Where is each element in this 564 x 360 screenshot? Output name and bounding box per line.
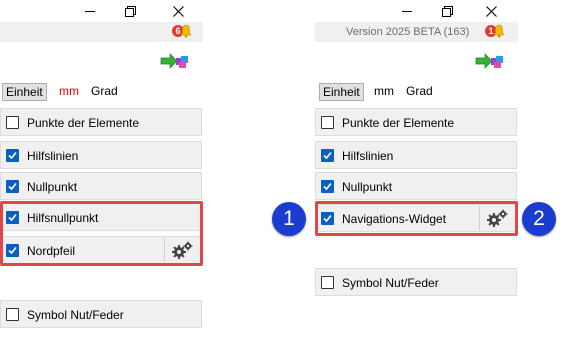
callout-marker-1: 1	[272, 202, 306, 236]
option-label: Punkte der Elemente	[27, 116, 140, 130]
unit-grad[interactable]: Grad	[403, 83, 436, 99]
settings-button[interactable]	[164, 238, 199, 262]
checkbox[interactable]	[321, 212, 334, 225]
minimize-button[interactable]	[389, 0, 425, 22]
checkbox[interactable]	[6, 244, 19, 257]
option-label: Symbol Nut/Feder	[342, 276, 439, 290]
close-button[interactable]	[160, 0, 196, 22]
option-row-navigations-widget[interactable]: Navigations-Widget	[315, 204, 517, 232]
check-icon	[323, 182, 332, 191]
option-row-hilfslinien[interactable]: Hilfslinien	[0, 141, 202, 169]
check-icon	[8, 182, 17, 191]
maximize-icon	[441, 5, 453, 17]
maximize-icon	[124, 5, 136, 17]
minimize-icon	[85, 11, 95, 12]
notification-bell-icon[interactable]	[180, 24, 192, 38]
option-label: Nordpfeil	[27, 244, 76, 258]
checkbox[interactable]	[6, 308, 19, 321]
checkbox[interactable]	[321, 180, 334, 193]
settings-button[interactable]	[479, 206, 514, 230]
title-bar	[0, 0, 203, 22]
checkbox[interactable]	[6, 211, 19, 224]
unit-einheit[interactable]: Einheit	[2, 83, 47, 101]
version-label: Version 2025 BETA (163)	[346, 26, 470, 38]
check-icon	[8, 151, 17, 160]
settings-panel-after: Version 2025 BETA (163) 1 Einheit mm Gra…	[315, 0, 518, 360]
unit-bar: Einheit mm Grad	[315, 80, 518, 102]
option-label: Navigations-Widget	[342, 212, 447, 226]
unit-mm[interactable]: mm	[371, 83, 397, 99]
minimize-icon	[402, 11, 412, 12]
close-icon	[172, 5, 184, 17]
minimize-button[interactable]	[72, 0, 108, 22]
close-icon	[485, 5, 497, 17]
checkbox[interactable]	[321, 116, 334, 129]
option-row-punkte[interactable]: Punkte der Elemente	[315, 108, 517, 136]
unit-grad[interactable]: Grad	[88, 83, 121, 99]
layers-arrow-icon[interactable]	[475, 51, 505, 71]
checkbox[interactable]	[6, 180, 19, 193]
maximize-button[interactable]	[112, 0, 148, 22]
option-label: Punkte der Elemente	[342, 116, 455, 130]
check-icon	[323, 151, 332, 160]
option-label: Nullpunkt	[27, 180, 78, 194]
checkbox[interactable]	[6, 116, 19, 129]
option-row-nullpunkt[interactable]: Nullpunkt	[315, 172, 517, 200]
check-icon	[8, 213, 17, 222]
info-bar: 6	[0, 22, 203, 42]
option-label: Hilfslinien	[342, 149, 394, 163]
layers-arrow-icon[interactable]	[160, 51, 190, 71]
title-bar	[315, 0, 518, 22]
unit-bar: Einheit mm Grad	[0, 80, 203, 102]
settings-panel-before: 6 Einheit mm Grad Punkte der Elemente Hi…	[0, 0, 203, 360]
option-row-hilfslinien[interactable]: Hilfslinien	[315, 141, 517, 169]
option-row-punkte[interactable]: Punkte der Elemente	[0, 108, 202, 136]
maximize-button[interactable]	[429, 0, 465, 22]
notification-bell-icon[interactable]	[493, 24, 505, 38]
option-label: Nullpunkt	[342, 180, 393, 194]
check-icon	[323, 214, 332, 223]
toolbar	[0, 42, 203, 78]
option-row-hilfsnullpunkt[interactable]: Hilfsnullpunkt	[0, 203, 202, 231]
info-bar: Version 2025 BETA (163) 1	[315, 22, 518, 42]
close-button[interactable]	[473, 0, 509, 22]
unit-einheit[interactable]: Einheit	[319, 83, 364, 101]
option-row-nordpfeil[interactable]: Nordpfeil	[0, 236, 202, 264]
option-row-symbol-nut-feder[interactable]: Symbol Nut/Feder	[315, 268, 517, 296]
option-row-nullpunkt[interactable]: Nullpunkt	[0, 172, 202, 200]
unit-mm[interactable]: mm	[56, 83, 82, 99]
option-label: Symbol Nut/Feder	[27, 308, 124, 322]
checkbox[interactable]	[321, 149, 334, 162]
option-row-symbol-nut-feder[interactable]: Symbol Nut/Feder	[0, 300, 202, 328]
gear-icon	[172, 241, 193, 259]
gear-icon	[487, 209, 508, 227]
toolbar	[315, 42, 518, 78]
checkbox[interactable]	[321, 276, 334, 289]
check-icon	[8, 246, 17, 255]
option-label: Hilfslinien	[27, 149, 79, 163]
callout-marker-2: 2	[522, 202, 556, 236]
checkbox[interactable]	[6, 149, 19, 162]
option-label: Hilfsnullpunkt	[27, 211, 99, 225]
